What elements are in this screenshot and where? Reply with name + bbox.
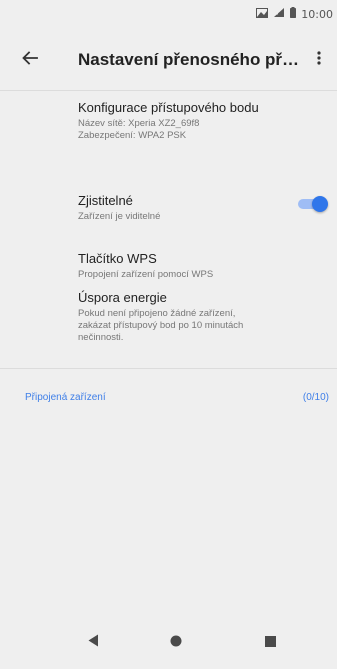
pref-summary-line: Zabezpečení: WPA2 PSK: [78, 130, 187, 141]
nav-back-button[interactable]: [81, 631, 105, 655]
more-vert-icon: [317, 50, 321, 70]
pref-title: Úspora energie: [78, 290, 167, 305]
toolbar: Nastavení přenosného př…: [0, 28, 337, 91]
home-circle-icon: [170, 634, 182, 652]
settings-list: [0, 91, 337, 616]
status-time: 10:00: [301, 7, 333, 21]
pref-summary-line: zakázat přístupový bod po 10 minutách: [78, 320, 244, 331]
recents-square-icon: [264, 634, 276, 652]
pref-hotspot-config[interactable]: Konfigurace přístupového bodu Název sítě…: [78, 99, 328, 142]
navigation-bar: [0, 616, 337, 669]
nav-home-button[interactable]: [164, 631, 188, 655]
arrow-back-icon: [22, 50, 38, 70]
discoverable-toggle[interactable]: [296, 196, 328, 212]
pref-summary-line: Zařízení je viditelné: [78, 211, 161, 222]
pref-wps-button[interactable]: Tlačítko WPS Propojení zařízení pomocí W…: [78, 250, 328, 281]
connected-devices-count: (0/10): [302, 392, 329, 403]
image-notification-icon: [256, 5, 269, 23]
pref-summary-line: Pokud není připojeno žádné zařízení,: [78, 308, 236, 319]
signal-icon: 4: [273, 5, 285, 23]
back-triangle-icon: [88, 634, 99, 652]
pref-summary-line: nečinnosti.: [78, 332, 124, 343]
status-icons: 4 10:00: [256, 7, 333, 21]
pref-title: Zjistitelné: [78, 193, 133, 208]
page-title: Nastavení přenosného př…: [78, 50, 300, 69]
pref-title: Konfigurace přístupového bodu: [78, 100, 259, 115]
nav-recents-button[interactable]: [258, 631, 282, 655]
divider: [0, 368, 337, 369]
svg-text:4: 4: [275, 11, 278, 17]
connected-devices-label[interactable]: Připojená zařízení: [25, 392, 106, 403]
pref-title: Tlačítko WPS: [78, 251, 157, 266]
status-bar: 4 10:00: [0, 0, 337, 28]
battery-icon: [290, 5, 297, 23]
pref-summary-line: Propojení zařízení pomocí WPS: [78, 269, 214, 280]
pref-discoverable[interactable]: Zjistitelné Zařízení je viditelné: [78, 192, 278, 223]
more-options-button[interactable]: [309, 46, 329, 74]
pref-summary-line: Název sítě: Xperia XZ2_69f8: [78, 118, 200, 129]
pref-power-saving[interactable]: Úspora energie Pokud není připojeno žádn…: [78, 289, 328, 344]
toggle-thumb: [312, 196, 328, 212]
back-button[interactable]: [16, 46, 44, 74]
